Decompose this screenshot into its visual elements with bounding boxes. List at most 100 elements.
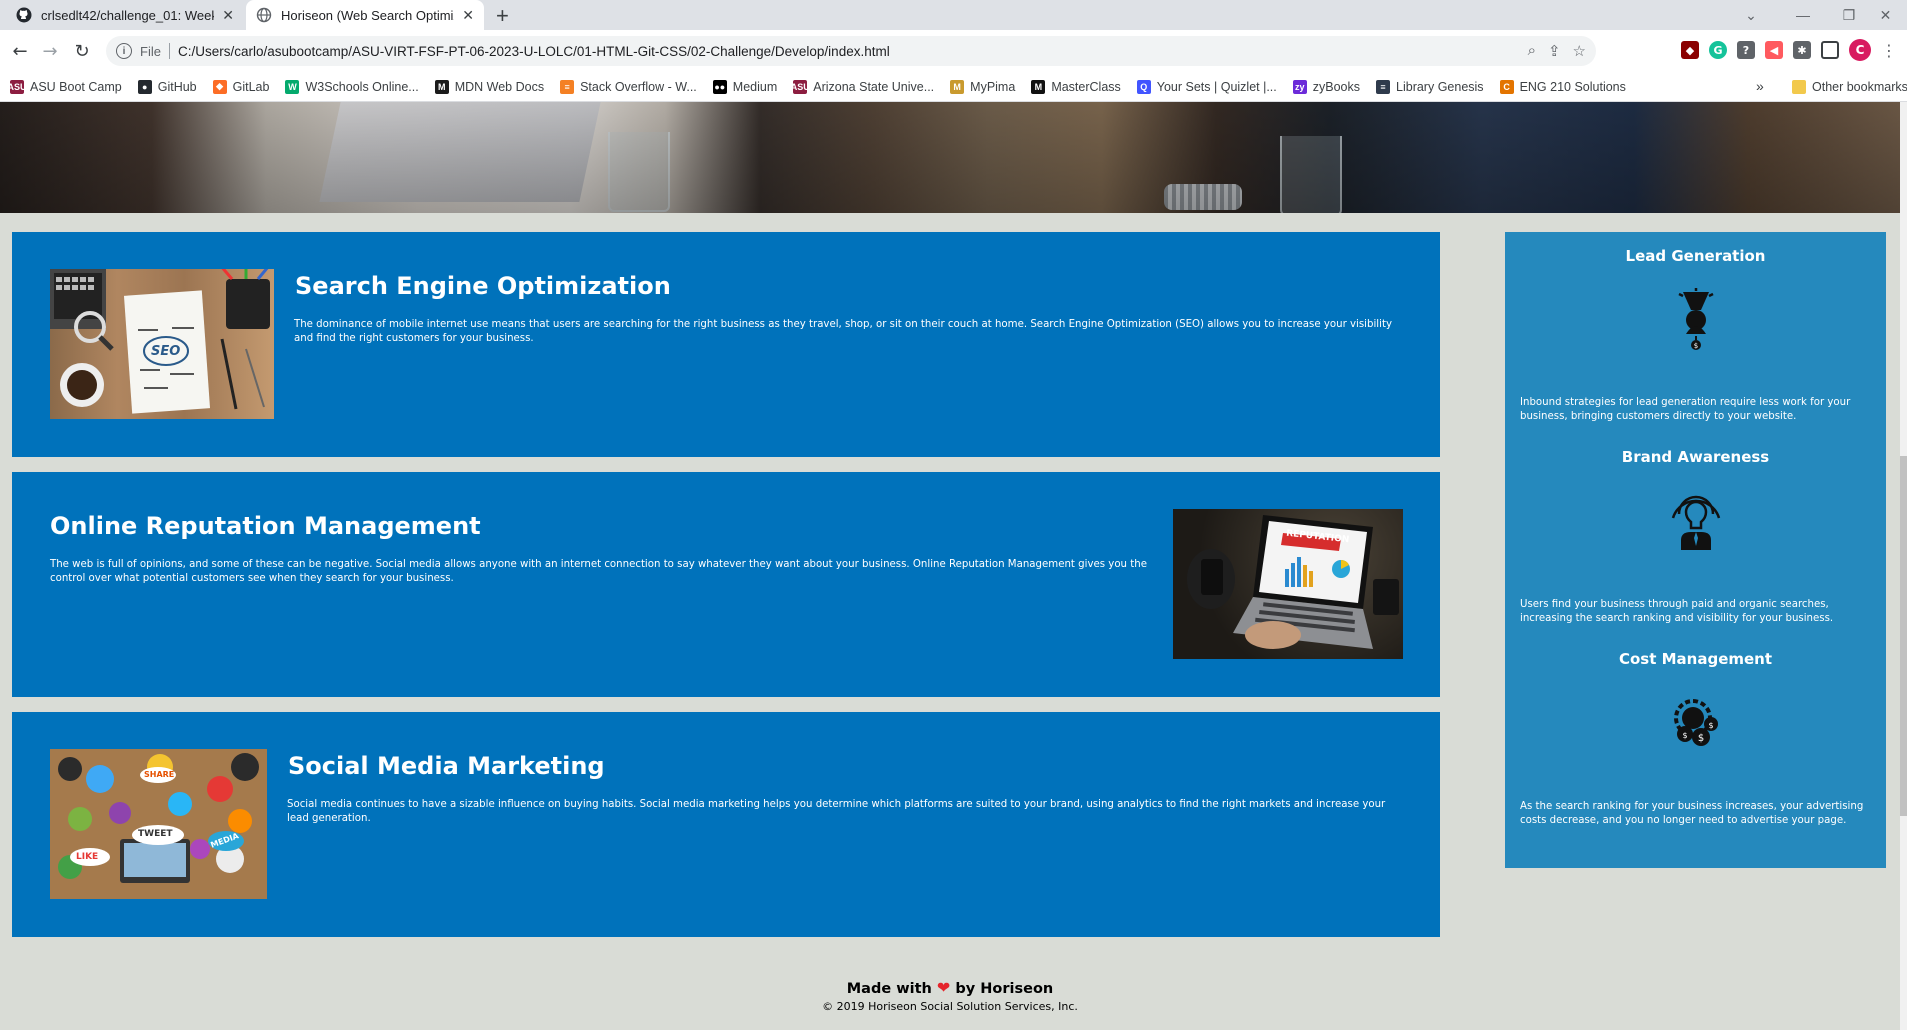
bookmark-item[interactable]: ●● Medium (712, 79, 778, 94)
bookmark-item[interactable]: M MasterClass (1031, 79, 1121, 94)
bookmark-favicon-icon: ◆ (212, 79, 227, 94)
bookmark-favicon-icon: ≡ (560, 79, 575, 94)
github-icon (16, 7, 32, 23)
benefit-text: As the search ranking for your business … (1520, 801, 1864, 826)
reload-icon[interactable]: ↻ (70, 39, 94, 63)
benefit-text: Inbound strategies for lead generation r… (1520, 397, 1851, 422)
made-with-prefix: Made with (846, 981, 932, 997)
bookmark-item[interactable]: ◆ GitLab (212, 79, 269, 94)
grammarly-icon[interactable]: G (1709, 41, 1727, 59)
shield-extension-icon[interactable]: ◆ (1681, 41, 1699, 59)
back-arrow-icon[interactable]: ← (8, 39, 32, 63)
bookmark-item[interactable]: Q Your Sets | Quizlet |... (1136, 79, 1277, 94)
bookmark-label: zyBooks (1312, 79, 1361, 94)
bookmark-favicon-icon: M (1031, 79, 1046, 94)
bookmark-favicon-icon: ●● (712, 79, 727, 94)
benefit-title: Lead Generation (1625, 247, 1766, 265)
bookmark-item[interactable]: zy zyBooks (1292, 79, 1361, 94)
hero-shade (0, 102, 1900, 213)
copyright: © 2019 Horiseon Social Solution Services… (822, 1000, 1078, 1013)
page-scrollbar[interactable] (1900, 102, 1907, 1030)
bookmark-favicon-icon: W (285, 79, 300, 94)
bookmark-label: Stack Overflow - W... (580, 79, 697, 94)
bookmark-item[interactable]: ≡ Library Genesis (1376, 79, 1484, 94)
page-viewport: SEO Search Engine Optimization The domin… (0, 102, 1907, 1030)
svg-text:$: $ (1708, 721, 1713, 730)
url-text[interactable]: C:/Users/carlo/asubootcamp/ASU-VIRT-FSF-… (178, 44, 890, 59)
bookmark-favicon-icon: zy (1292, 79, 1307, 94)
benefits-sidebar: Lead Generation $ Inbound strategies for… (1505, 232, 1886, 868)
bookmark-item[interactable]: W W3Schools Online... (285, 79, 419, 94)
menu-kebab-icon[interactable]: ⋮ (1881, 41, 1897, 60)
profile-avatar[interactable]: C (1849, 39, 1871, 61)
sidepanel-icon[interactable] (1821, 41, 1839, 59)
puzzle-icon[interactable]: ✱ (1793, 41, 1811, 59)
minimize-button[interactable]: — (1780, 0, 1826, 30)
lead-generation-icon: $ (1678, 288, 1714, 350)
browser-tab-horiseon[interactable]: Horiseon (Web Search Optimization) ✕ (246, 0, 484, 30)
like-bubble-label: LIKE (76, 852, 99, 862)
cast-extension-icon[interactable]: ◀ (1765, 41, 1783, 59)
bookmark-label: Medium (732, 79, 778, 94)
bookmark-item[interactable]: ≡ Stack Overflow - W... (560, 79, 697, 94)
service-reputation: Online Reputation Management The web is … (12, 472, 1440, 697)
social-image: TWEET LIKE MEDIA SHARE (50, 749, 267, 899)
tweet-bubble-label: TWEET (138, 829, 173, 839)
bookmark-favicon-icon: ≡ (1376, 79, 1391, 94)
share-icon[interactable]: ⇪ (1548, 42, 1561, 60)
bookmark-favicon-icon: Q (1136, 79, 1151, 94)
bookmark-item[interactable]: C ENG 210 Solutions (1499, 79, 1626, 94)
close-tab-icon[interactable]: ✕ (462, 7, 474, 24)
tab-search-icon[interactable]: ⌄ (1728, 0, 1774, 30)
bookmark-favicon-icon: M (434, 79, 449, 94)
bookmark-favicon-icon: ● (137, 79, 152, 94)
page-footer: Made with ❤ by Horiseon © 2019 Horiseon … (0, 978, 1900, 1013)
browser-tab-github[interactable]: crlsedlt42/challenge_01: Week 1 - ✕ (6, 0, 244, 30)
new-tab-button[interactable]: + (496, 3, 509, 29)
other-bookmarks-label: Other bookmarks (1812, 80, 1907, 94)
bookmark-item[interactable]: ASU Arizona State Unive... (790, 79, 934, 94)
bookmark-label: MDN Web Docs (454, 79, 545, 94)
close-window-button[interactable]: ✕ (1864, 0, 1907, 30)
address-bar[interactable]: i File C:/Users/carlo/asubootcamp/ASU-VI… (106, 36, 1596, 66)
benefit-text: Users find your business through paid an… (1520, 599, 1834, 624)
reputation-image: REPUTATION (1173, 509, 1403, 659)
service-seo: SEO Search Engine Optimization The domin… (12, 232, 1440, 457)
hero-image (0, 102, 1900, 213)
folder-icon (1792, 80, 1806, 94)
bookmark-item[interactable]: ASU ASU Boot Camp (7, 79, 122, 94)
bookmarks-overflow-button[interactable]: » (1756, 78, 1764, 94)
bookmark-item[interactable]: ● GitHub (137, 79, 197, 94)
made-with-line: Made with ❤ by Horiseon (0, 978, 1900, 997)
bookmark-favicon-icon: ASU (790, 79, 810, 94)
bookmark-item[interactable]: M MyPima (950, 79, 1016, 94)
cost-management-icon: $ $ $ (1674, 699, 1718, 746)
tab-title: Horiseon (Web Search Optimization) (281, 7, 454, 23)
info-icon[interactable]: i (116, 43, 132, 59)
service-text: The web is full of opinions, and some of… (50, 559, 1147, 584)
benefit-title: Cost Management (1618, 650, 1773, 668)
scrollbar-thumb[interactable] (1900, 456, 1907, 816)
service-title: Social Media Marketing (288, 752, 605, 780)
bookmark-label: MyPima (970, 79, 1016, 94)
extensions-area: ◆ G ? ◀ ✱ C ⋮ (1681, 39, 1897, 61)
browser-toolbar: ← → ↻ i File C:/Users/carlo/asubootcamp/… (0, 30, 1907, 72)
tab-title: crlsedlt42/challenge_01: Week 1 - (41, 7, 214, 23)
bookmark-star-icon[interactable]: ☆ (1573, 42, 1586, 60)
service-social: TWEET LIKE MEDIA SHARE Social Media Mark… (12, 712, 1440, 937)
close-tab-icon[interactable]: ✕ (222, 7, 234, 24)
bookmark-label: Your Sets | Quizlet |... (1156, 79, 1277, 94)
service-text: Social media continues to have a sizable… (287, 799, 1386, 824)
bookmark-label: ENG 210 Solutions (1519, 79, 1626, 94)
svg-text:$: $ (1694, 342, 1698, 350)
seo-image: SEO (50, 269, 274, 419)
other-bookmarks[interactable]: Other bookmarks (1792, 72, 1907, 102)
bookmark-favicon-icon: ASU (7, 79, 27, 94)
forward-arrow-icon[interactable]: → (38, 39, 62, 63)
brand-awareness-icon (1671, 495, 1721, 550)
bookmark-label: MasterClass (1051, 79, 1121, 94)
help-extension-icon[interactable]: ? (1737, 41, 1755, 59)
zoom-icon[interactable]: ⌕ (1528, 42, 1536, 60)
bookmarks-bar: ASU ASU Boot Camp ● GitHub ◆ GitLab W W3Schools… (0, 72, 1907, 102)
bookmark-item[interactable]: M MDN Web Docs (434, 79, 545, 94)
